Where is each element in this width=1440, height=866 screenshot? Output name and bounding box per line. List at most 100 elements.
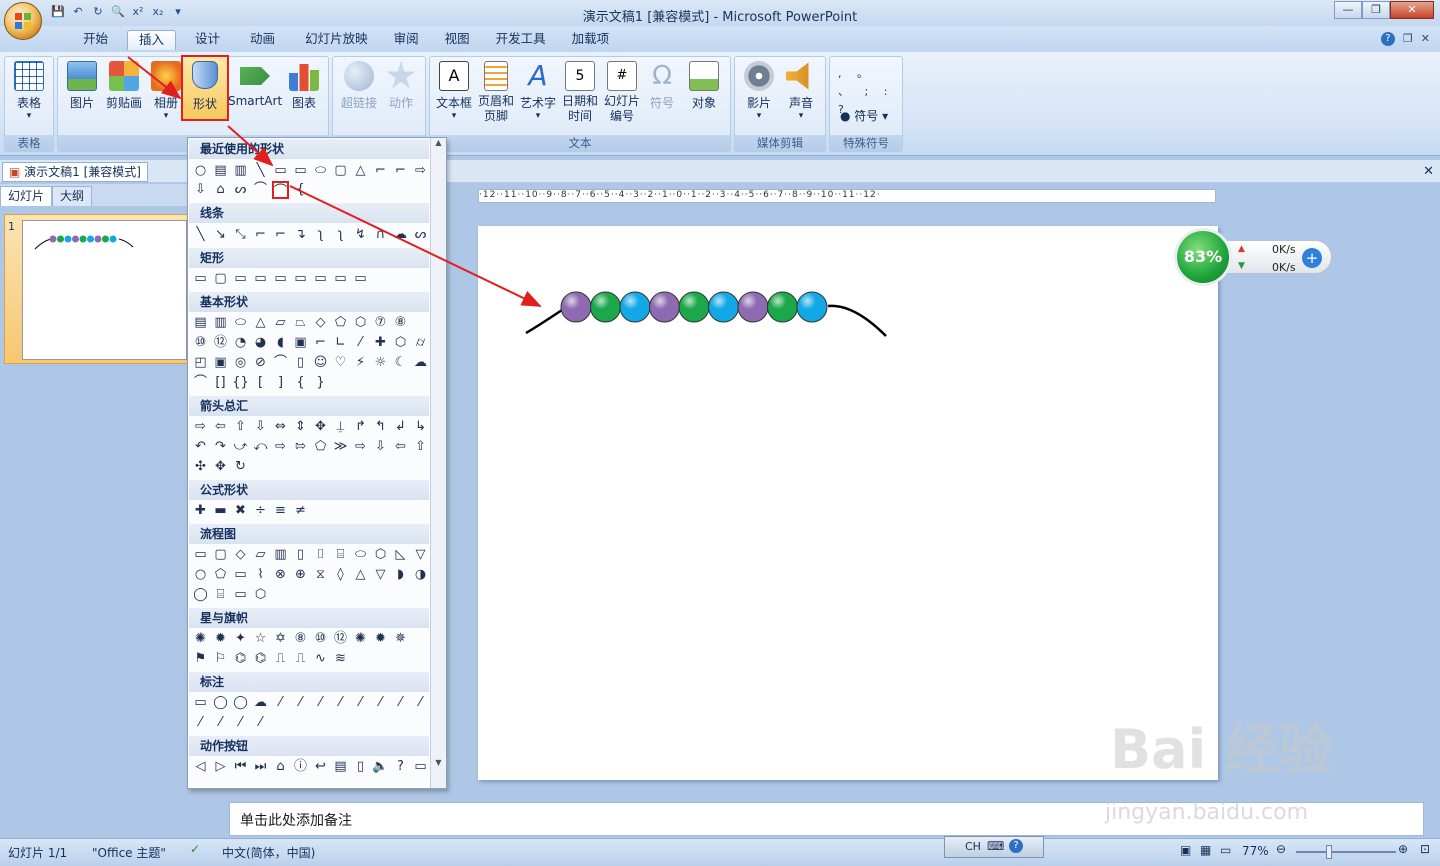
bead-row [560,291,828,323]
zoom-in-icon[interactable]: ⊕ [1398,842,1408,856]
slide-thumbnail[interactable] [22,220,187,360]
shape-row-callouts-2[interactable]: ⁄ ⁄ ⁄ ⁄ [192,714,430,732]
shape-row-stars-1[interactable]: ✺ ✹ ✦ ☆ ✡ ⑧ ⑩ ⑫ ✺ ✹ ✵ [192,630,430,648]
download-arrow-icon: ▼ [1238,261,1245,271]
tab-outline[interactable]: 大纲 [52,186,93,206]
category-action-buttons: 动作按钮 [189,736,429,756]
spellcheck-icon[interactable]: ✓ [190,842,200,856]
minimize-button[interactable]: — [1334,1,1362,19]
shape-row-flowchart-2[interactable]: ○ ⬠ ▭ ⌇ ⊗ ⊕ ⧖ ◊ △ ▽ ◗ ◑ [192,566,430,584]
shape-row-basic-4[interactable]: ⌒[]{}[]{} [192,374,430,392]
shape-row-flowchart-3[interactable]: ◯ ⌸ ▭ ⬡ [192,586,430,604]
symbol-button[interactable]: Ω 符号 [644,61,680,111]
close-document-icon[interactable]: ✕ [1423,164,1434,179]
clipart-button[interactable]: 剪贴画 [104,61,144,111]
picture-button[interactable]: 图片 [64,61,100,111]
zoom-out-icon[interactable]: ⊖ [1276,842,1286,856]
plus-icon[interactable]: + [1302,248,1322,268]
view-normal-icon[interactable]: ▣ [1180,843,1191,857]
shape-row-callouts-1[interactable]: ▭ ◯ ◯ ☁ ⁄ ⁄ ⁄ ⁄ ⁄ ⁄ ⁄ ⁄ [192,694,430,712]
scroll-down-icon[interactable]: ▼ [431,758,446,772]
shape-row-rectangles[interactable]: ▭ ▢ ▭ ▭ ▭ ▭ ▭ ▭ ▭ [192,270,430,288]
tab-view[interactable]: 视图 [434,30,481,50]
special-symbol-button[interactable]: ● 符号 ▾ [840,107,888,124]
zoom-slider[interactable] [1296,851,1396,853]
thumb-bead [64,235,72,243]
bead-shine [590,292,621,322]
chart-button[interactable]: 图表 [286,61,322,111]
tab-insert[interactable]: 插入 [127,30,177,50]
slide-number-button[interactable]: # 幻灯片 编号 [602,61,642,124]
tab-slides[interactable]: 幻灯片 [0,186,53,206]
shape-row-basic-1[interactable]: ▤ ▥ ⬭ △ ▱ ⏢ ◇ ⬠ ⬡ ⑦ ⑧ [192,314,430,332]
gallery-scrollbar[interactable]: ▲ ▼ [430,138,446,788]
tab-review[interactable]: 审阅 [383,30,430,50]
shape-row-arrows-1[interactable]: ⇨ ⇦ ⇧ ⇩ ⇔ ⇕ ✥ ⍊ ↱ ↰ ↲ ↳ [192,418,430,436]
smartart-button[interactable]: SmartArt [228,61,282,108]
fit-window-icon[interactable]: ⊡ [1420,842,1430,856]
tab-design[interactable]: 设计 [184,30,231,50]
textbox-button[interactable]: A 文本框 ▾ [434,61,474,121]
scroll-up-icon[interactable]: ▲ [431,138,446,152]
help-icon[interactable]: ? [1380,32,1395,46]
album-button[interactable]: 相册 ▾ [148,61,184,121]
view-slideshow-icon[interactable]: ▭ [1220,843,1231,857]
category-recent: 最近使用的形状 [189,139,429,159]
object-button[interactable]: 对象 [686,61,722,111]
action-star-icon [386,61,416,89]
slide-number: 1 [8,220,15,233]
close-button[interactable]: ✕ [1390,1,1434,19]
shape-row-stars-2[interactable]: ⚑ ⚐ ⌬ ⌬ ⎍ ⎍ ∿ ≋ [192,650,430,668]
action-button[interactable]: 动作 [383,61,419,111]
thumb-bead [87,235,94,243]
horizontal-ruler[interactable]: ·12··11··10··9··8··7··6··5··4··3··2··1··… [478,189,1216,203]
hyperlink-button[interactable]: 超链接 [337,61,381,111]
shape-row-equation[interactable]: ✚ ▬ ✖ ÷ ≡ ≠ [192,502,430,520]
shape-row-flowchart-1[interactable]: ▭ ▢ ◇ ▱ ▥ ▯ ⌷ ⌸ ⬭ ⬡ ◺ ▽ [192,546,430,564]
shape-row-lines[interactable]: ╲ ↘ ⤡ ⌐ ⌐ ↴ ʅ ʅ ↯ ∩ ☁ ᔕ [192,226,430,244]
table-button[interactable]: 表格 ▾ [11,61,47,121]
sound-button[interactable]: 声音 ▾ [781,61,821,121]
slide[interactable] [478,226,1218,780]
shape-row-basic-2[interactable]: ⑩ ⑫ ◔ ◕ ◖ ▣ ⌐ ∟ ⁄ ✚ ⬡ ⌭ [192,334,430,352]
wordart-button[interactable]: A 艺术字 ▾ [518,59,558,122]
tab-home[interactable]: 开始 [72,30,119,50]
restore-button[interactable]: ❐ [1362,1,1390,19]
tab-animation[interactable]: 动画 [239,30,286,50]
arc-right[interactable] [827,304,887,337]
category-flowchart: 流程图 [189,524,429,544]
object-icon [689,61,719,91]
tab-slideshow[interactable]: 幻灯片放映 [294,30,379,50]
download-speed: 0K/s [1272,261,1296,274]
status-bar: 幻灯片 1/1 "Office 主题" ✓ 中文(简体，中国) ▣ ▦ ▭ 77… [0,838,1440,866]
ime-help-icon[interactable]: ? [1009,839,1023,853]
shape-row-basic-3[interactable]: ◰ ▣ ◎ ⊘ ⌒ ▯ ☺ ♡ ⚡ ☼ ☾ ☁ [192,354,430,372]
shapes-button[interactable]: 形状 [181,55,229,121]
wordart-icon: A [528,59,548,92]
network-speed-widget[interactable]: 83% ▲ ▼ 0K/s 0K/s + [1172,228,1332,286]
shape-row-recent-1[interactable]: ○ ▤ ▥ ╲ ▭ ▭ ⬭ ▢ △ ⌐ ⌐ ⇨ [192,162,430,180]
ribbon-restore-icon[interactable]: ❐ [1403,32,1413,46]
shape-row-actions[interactable]: ◁ ▷ ⏮ ⏭ ⌂ ⓘ ↩ ▤ ▯ 🔈? ▭ [192,758,430,776]
movie-button[interactable]: 影片 ▾ [739,61,779,121]
shape-row-recent-2[interactable]: ⇩ ⌂ ᔕ ⌒ ⌒{ [192,181,430,199]
ribbon-close-icon[interactable]: ✕ [1421,32,1430,46]
tab-addins[interactable]: 加载项 [561,30,621,50]
zoom-level[interactable]: 77% [1242,844,1269,858]
zoom-slider-thumb[interactable] [1326,845,1332,859]
document-tab[interactable]: ▣ 演示文稿1 [兼容模式] [2,162,148,182]
arc-left[interactable] [525,308,563,335]
header-footer-button[interactable]: 页眉和 页脚 [476,61,516,124]
keyboard-icon[interactable]: ⌨ [987,839,1004,853]
office-button[interactable] [4,2,42,40]
shape-row-arrows-2[interactable]: ↶ ↷ ⤻ ⤺ ⇨ ⇰ ⬠ ≫ ⇨ ⇩ ⇦ ⇧ [192,438,430,456]
thumb-bead [94,235,102,243]
tab-developer[interactable]: 开发工具 [485,30,557,50]
help-area: ? ❐ ✕ [1380,32,1430,46]
watermark-url: jingyan.baidu.com [1105,800,1309,825]
thumb-bead [109,235,117,243]
shape-row-arrows-3[interactable]: ✣ ✥ ↻ [192,458,430,476]
ime-bar[interactable]: CH ⌨ ? [944,836,1044,858]
view-sorter-icon[interactable]: ▦ [1200,843,1211,857]
datetime-button[interactable]: 5 日期和 时间 [560,61,600,124]
